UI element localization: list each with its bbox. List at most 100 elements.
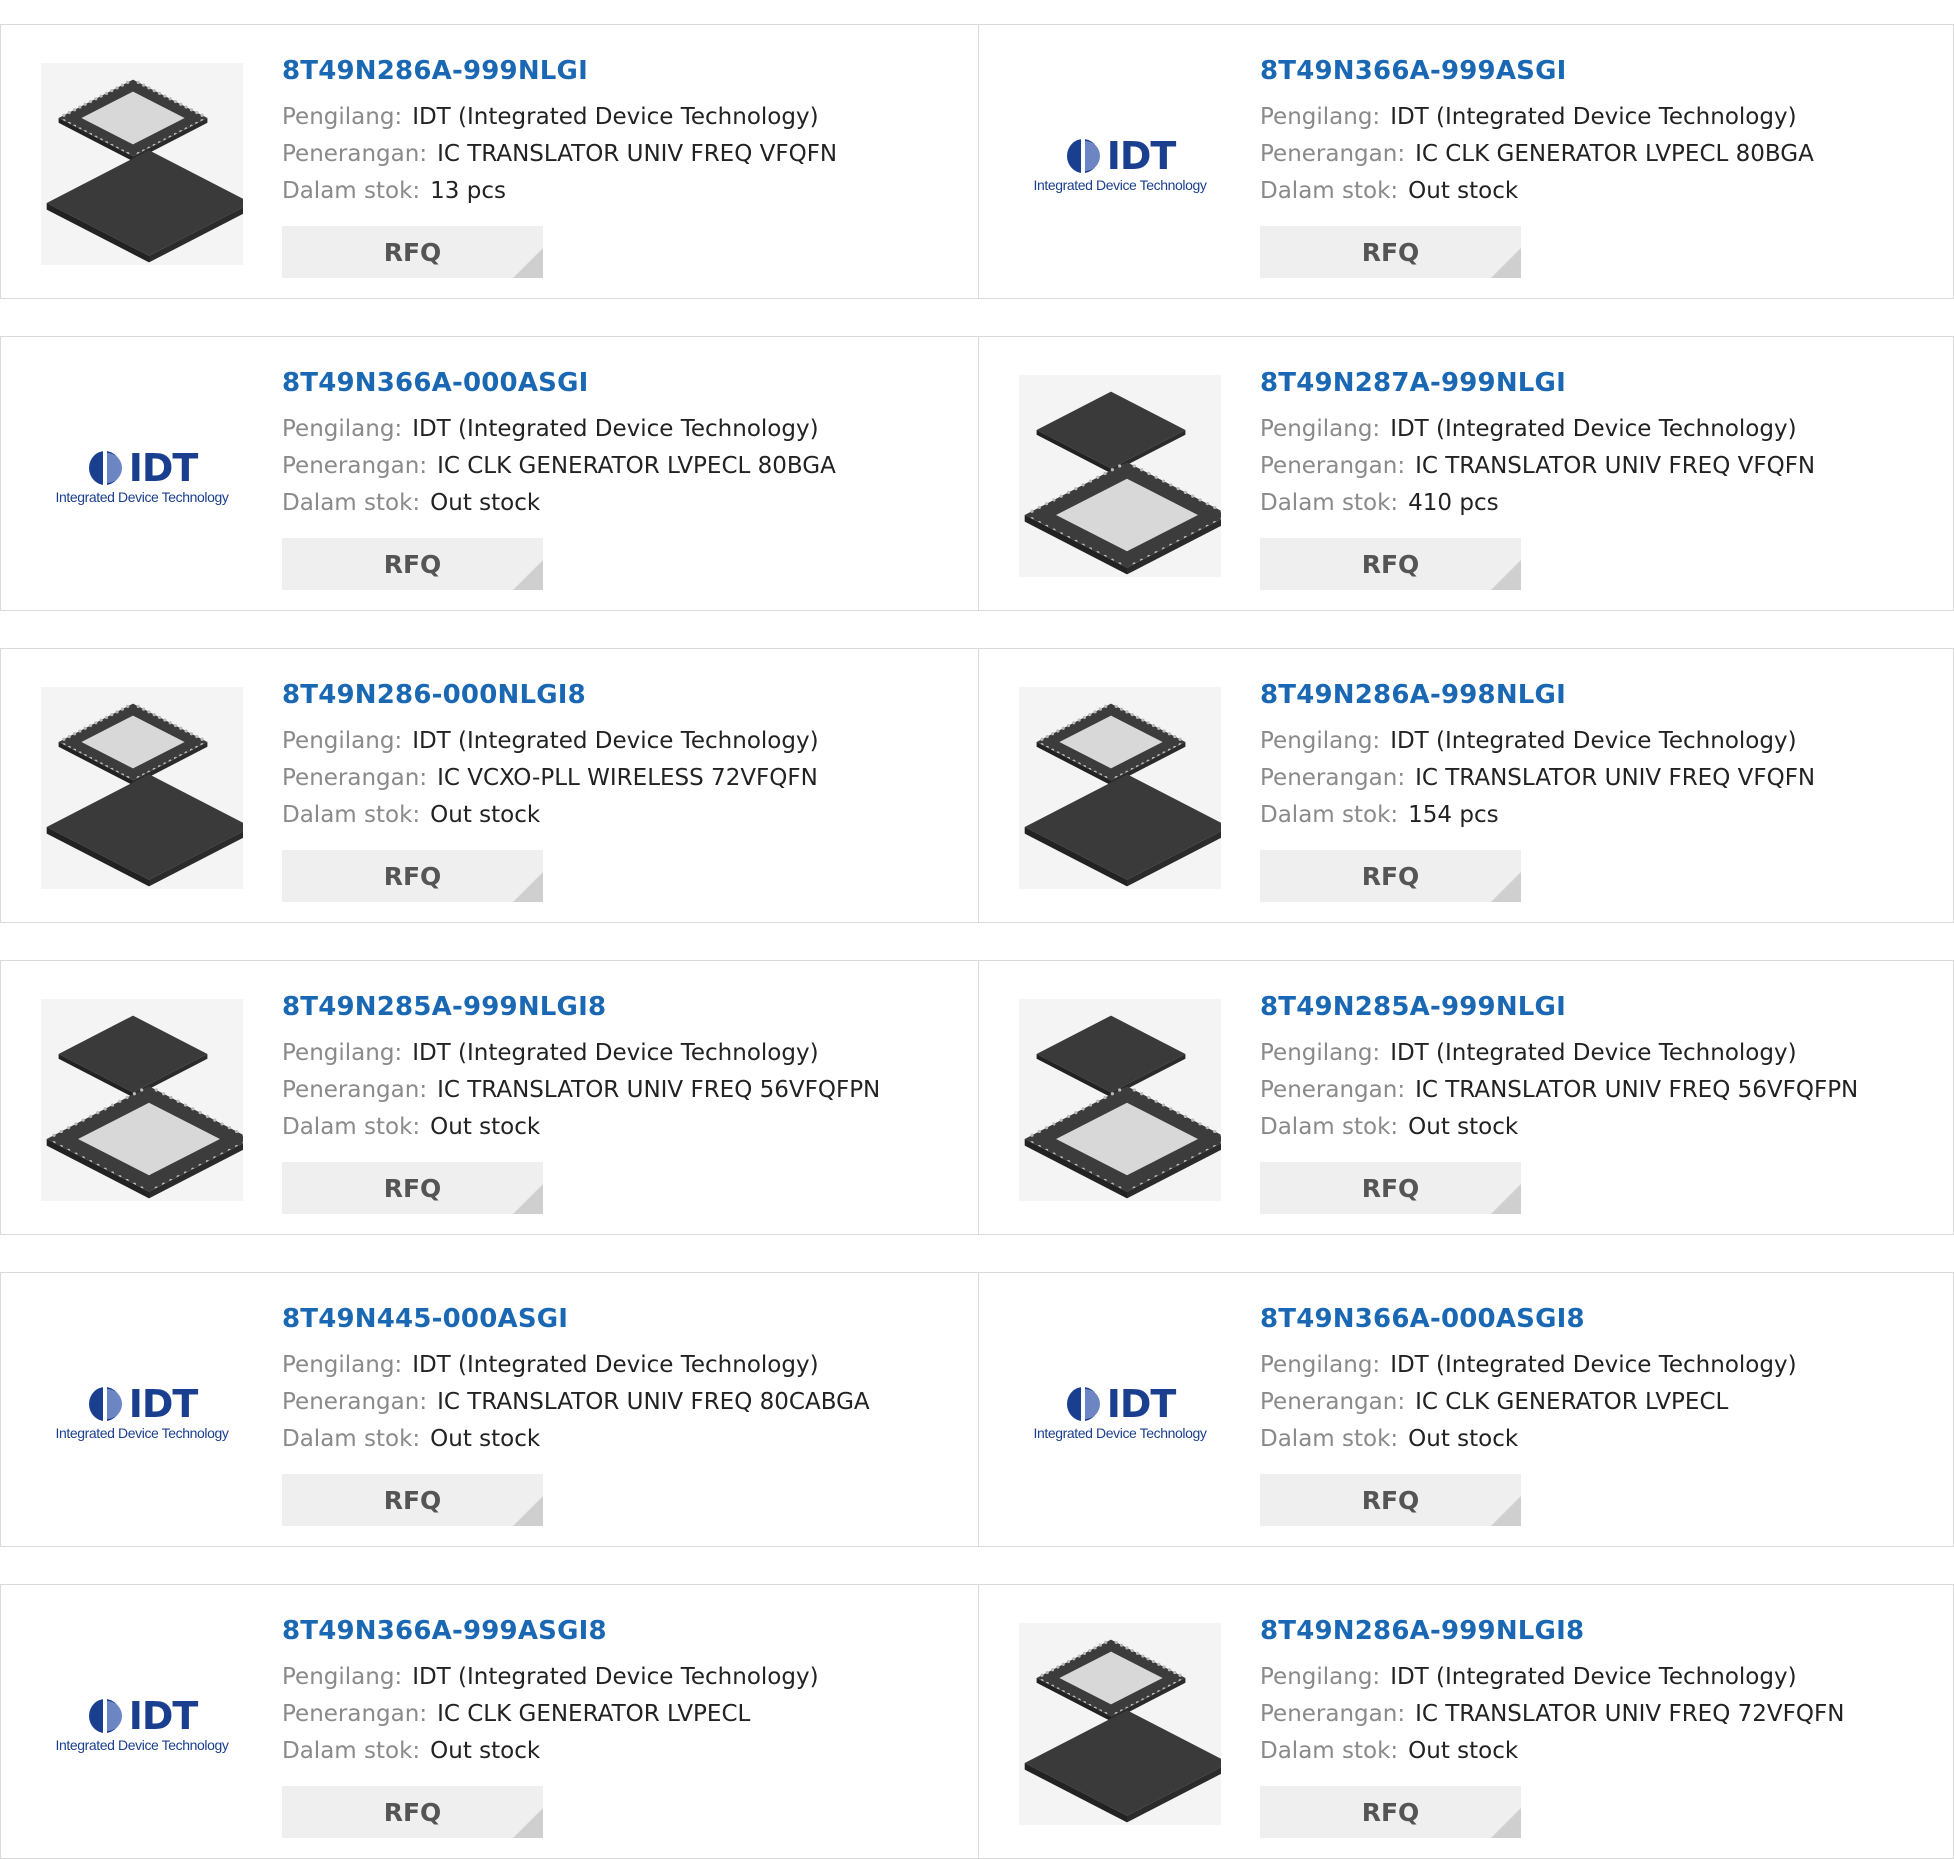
rfq-label: RFQ — [383, 237, 442, 267]
part-number-link[interactable]: 8T49N285A-999NLGI8 — [282, 991, 958, 1023]
product-image[interactable] — [1019, 999, 1221, 1201]
manufacturer-label: Pengilang: — [282, 728, 403, 754]
stock-value: Out stock — [430, 490, 541, 516]
product-image[interactable] — [41, 999, 243, 1201]
manufacturer-value: IDT (Integrated Device Technology) — [1390, 416, 1797, 442]
idt-mark-icon — [1066, 1386, 1100, 1421]
stock-value: 13 pcs — [430, 178, 506, 204]
rfq-button[interactable]: RFQ — [282, 1474, 543, 1526]
rfq-button[interactable]: RFQ — [1260, 850, 1521, 902]
product-grid: 8T49N286A-999NLGI Pengilang: IDT (Integra… — [0, 24, 1954, 1859]
rfq-label: RFQ — [383, 1485, 442, 1515]
rfq-label: RFQ — [1361, 861, 1420, 891]
description-label: Penerangan: — [1260, 1389, 1406, 1415]
stock-label: Dalam stok: — [282, 1738, 421, 1764]
product-image[interactable] — [41, 63, 243, 265]
corner-triangle-icon — [1491, 560, 1521, 590]
product-image[interactable] — [1019, 375, 1221, 577]
stock-row: Dalam stok: Out stock — [282, 485, 958, 522]
part-number-link[interactable]: 8T49N445-000ASGI — [282, 1303, 958, 1335]
stock-value: Out stock — [1408, 1114, 1519, 1140]
part-number-link[interactable]: 8T49N286-000NLGI8 — [282, 679, 958, 711]
corner-triangle-icon — [513, 1496, 543, 1526]
part-number-link[interactable]: 8T49N286A-999NLGI8 — [1260, 1615, 1933, 1647]
description-label: Penerangan: — [282, 1701, 428, 1727]
idt-mark-icon — [88, 1698, 122, 1733]
stock-row: Dalam stok: Out stock — [282, 1109, 958, 1146]
part-number-link[interactable]: 8T49N286A-999NLGI — [282, 55, 958, 87]
part-number-link[interactable]: 8T49N366A-000ASGI — [282, 367, 958, 399]
description-label: Penerangan: — [1260, 1701, 1406, 1727]
stock-label: Dalam stok: — [1260, 178, 1399, 204]
product-info: 8T49N366A-000ASGI8 Pengilang: IDT (Integr… — [1260, 1303, 1933, 1458]
rfq-button[interactable]: RFQ — [282, 850, 543, 902]
corner-triangle-icon — [513, 1808, 543, 1838]
manufacturer-row: Pengilang: IDT (Integrated Device Technol… — [1260, 99, 1933, 136]
rfq-button[interactable]: RFQ — [1260, 226, 1521, 278]
manufacturer-row: Pengilang: IDT (Integrated Device Technol… — [1260, 1347, 1933, 1384]
product-info: 8T49N285A-999NLGI8 Pengilang: IDT (Integr… — [282, 991, 958, 1146]
product-card: 8T49N285A-999NLGI8 Pengilang: IDT (Integr… — [0, 960, 979, 1235]
manufacturer-label: Pengilang: — [282, 416, 403, 442]
chip-package-icon — [1024, 1015, 1221, 1199]
manufacturer-label: Pengilang: — [1260, 1664, 1381, 1690]
product-image[interactable]: IDT Integrated Device Technology — [41, 1311, 243, 1513]
rfq-button[interactable]: RFQ — [1260, 538, 1521, 590]
product-image[interactable]: IDT Integrated Device Technology — [1019, 1311, 1221, 1513]
rfq-label: RFQ — [1361, 1485, 1420, 1515]
stock-row: Dalam stok: Out stock — [1260, 173, 1933, 210]
product-image[interactable]: IDT Integrated Device Technology — [1019, 63, 1221, 265]
description-label: Penerangan: — [1260, 141, 1406, 167]
product-image[interactable] — [41, 687, 243, 889]
corner-triangle-icon — [1491, 248, 1521, 278]
description-label: Penerangan: — [282, 1389, 428, 1415]
rfq-button[interactable]: RFQ — [1260, 1474, 1521, 1526]
product-info: 8T49N445-000ASGI Pengilang: IDT (Integrat… — [282, 1303, 958, 1458]
manufacturer-row: Pengilang: IDT (Integrated Device Technol… — [282, 411, 958, 448]
description-value: IC TRANSLATOR UNIV FREQ 56VFQFPN — [1415, 1077, 1859, 1103]
product-info: 8T49N286A-998NLGI Pengilang: IDT (Integra… — [1260, 679, 1933, 834]
manufacturer-value: IDT (Integrated Device Technology) — [412, 1352, 819, 1378]
manufacturer-row: Pengilang: IDT (Integrated Device Technol… — [282, 99, 958, 136]
part-number-link[interactable]: 8T49N287A-999NLGI — [1260, 367, 1933, 399]
stock-label: Dalam stok: — [282, 1114, 421, 1140]
product-image[interactable]: IDT Integrated Device Technology — [41, 375, 243, 577]
corner-triangle-icon — [1491, 1808, 1521, 1838]
part-number-link[interactable]: 8T49N366A-000ASGI8 — [1260, 1303, 1933, 1335]
part-number-link[interactable]: 8T49N286A-998NLGI — [1260, 679, 1933, 711]
description-value: IC TRANSLATOR UNIV FREQ 56VFQFPN — [437, 1077, 881, 1103]
corner-triangle-icon — [513, 1184, 543, 1214]
manufacturer-value: IDT (Integrated Device Technology) — [1390, 104, 1797, 130]
product-card: IDT Integrated Device Technology 8T49N36… — [0, 336, 979, 611]
stock-label: Dalam stok: — [1260, 1114, 1399, 1140]
manufacturer-value: IDT (Integrated Device Technology) — [412, 728, 819, 754]
description-value: IC CLK GENERATOR LVPECL 80BGA — [437, 453, 836, 479]
part-number-link[interactable]: 8T49N366A-999ASGI — [1260, 55, 1933, 87]
stock-row: Dalam stok: 154 pcs — [1260, 797, 1933, 834]
manufacturer-row: Pengilang: IDT (Integrated Device Technol… — [1260, 1659, 1933, 1696]
rfq-button[interactable]: RFQ — [282, 1786, 543, 1838]
stock-row: Dalam stok: Out stock — [1260, 1421, 1933, 1458]
manufacturer-row: Pengilang: IDT (Integrated Device Technol… — [1260, 723, 1933, 760]
product-image[interactable] — [1019, 687, 1221, 889]
stock-value: 410 pcs — [1408, 490, 1499, 516]
product-image[interactable] — [1019, 1623, 1221, 1825]
stock-value: Out stock — [430, 1738, 541, 1764]
rfq-button[interactable]: RFQ — [282, 226, 543, 278]
idt-mark-icon — [88, 1386, 122, 1421]
description-value: IC TRANSLATOR UNIV FREQ 72VFQFN — [1415, 1701, 1845, 1727]
part-number-link[interactable]: 8T49N285A-999NLGI — [1260, 991, 1933, 1023]
manufacturer-row: Pengilang: IDT (Integrated Device Technol… — [282, 1659, 958, 1696]
rfq-button[interactable]: RFQ — [1260, 1162, 1521, 1214]
part-number-link[interactable]: 8T49N366A-999ASGI8 — [282, 1615, 958, 1647]
product-image[interactable]: IDT Integrated Device Technology — [41, 1623, 243, 1825]
description-value: IC TRANSLATOR UNIV FREQ VFQFN — [437, 141, 838, 167]
description-row: Penerangan: IC CLK GENERATOR LVPECL — [1260, 1384, 1933, 1421]
description-label: Penerangan: — [1260, 453, 1406, 479]
rfq-button[interactable]: RFQ — [1260, 1786, 1521, 1838]
stock-row: Dalam stok: Out stock — [1260, 1109, 1933, 1146]
rfq-button[interactable]: RFQ — [282, 538, 543, 590]
rfq-button[interactable]: RFQ — [282, 1162, 543, 1214]
stock-row: Dalam stok: 410 pcs — [1260, 485, 1933, 522]
manufacturer-label: Pengilang: — [282, 104, 403, 130]
